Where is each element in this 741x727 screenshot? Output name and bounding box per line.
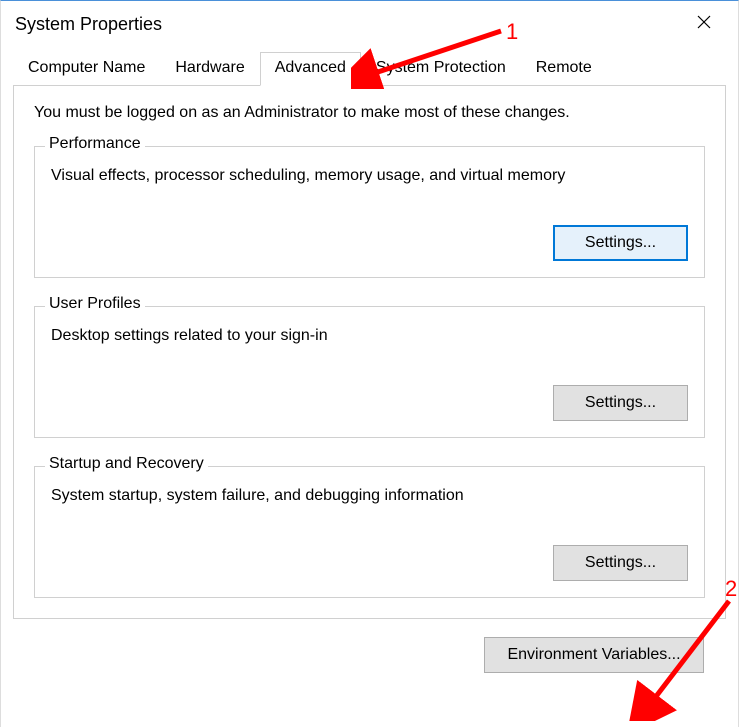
system-properties-window: System Properties Computer Name Hardware…	[0, 0, 739, 727]
tab-strip: Computer Name Hardware Advanced System P…	[1, 51, 738, 85]
groupbox-startup-recovery-legend: Startup and Recovery	[45, 455, 208, 473]
groupbox-user-profiles-actions: Settings...	[51, 385, 688, 421]
groupbox-user-profiles: User Profiles Desktop settings related t…	[34, 306, 705, 438]
performance-settings-button[interactable]: Settings...	[553, 225, 688, 261]
tab-hardware[interactable]: Hardware	[160, 52, 259, 86]
groupbox-performance-legend: Performance	[45, 135, 145, 153]
window-title: System Properties	[15, 14, 162, 35]
groupbox-performance: Performance Visual effects, processor sc…	[34, 146, 705, 278]
annotation-label-1: 1	[506, 19, 518, 45]
intro-text: You must be logged on as an Administrato…	[34, 104, 705, 122]
titlebar: System Properties	[1, 1, 738, 51]
tab-panel-advanced: You must be logged on as an Administrato…	[13, 85, 726, 619]
groupbox-startup-recovery-desc: System startup, system failure, and debu…	[51, 487, 688, 505]
tab-system-protection[interactable]: System Protection	[361, 52, 521, 86]
groupbox-user-profiles-legend: User Profiles	[45, 295, 145, 313]
tab-advanced[interactable]: Advanced	[260, 52, 361, 86]
user-profiles-settings-button[interactable]: Settings...	[553, 385, 688, 421]
groupbox-performance-desc: Visual effects, processor scheduling, me…	[51, 167, 688, 185]
close-button[interactable]	[684, 7, 724, 37]
tab-remote[interactable]: Remote	[521, 52, 607, 86]
annotation-label-2: 2	[725, 576, 737, 602]
groupbox-user-profiles-desc: Desktop settings related to your sign-in	[51, 327, 688, 345]
environment-variables-button[interactable]: Environment Variables...	[484, 637, 704, 673]
tab-computer-name[interactable]: Computer Name	[13, 52, 160, 86]
groupbox-startup-recovery: Startup and Recovery System startup, sys…	[34, 466, 705, 598]
startup-recovery-settings-button[interactable]: Settings...	[553, 545, 688, 581]
groupbox-performance-actions: Settings...	[51, 225, 688, 261]
footer-actions: Environment Variables...	[1, 619, 738, 673]
close-icon	[697, 15, 711, 29]
groupbox-startup-recovery-actions: Settings...	[51, 545, 688, 581]
